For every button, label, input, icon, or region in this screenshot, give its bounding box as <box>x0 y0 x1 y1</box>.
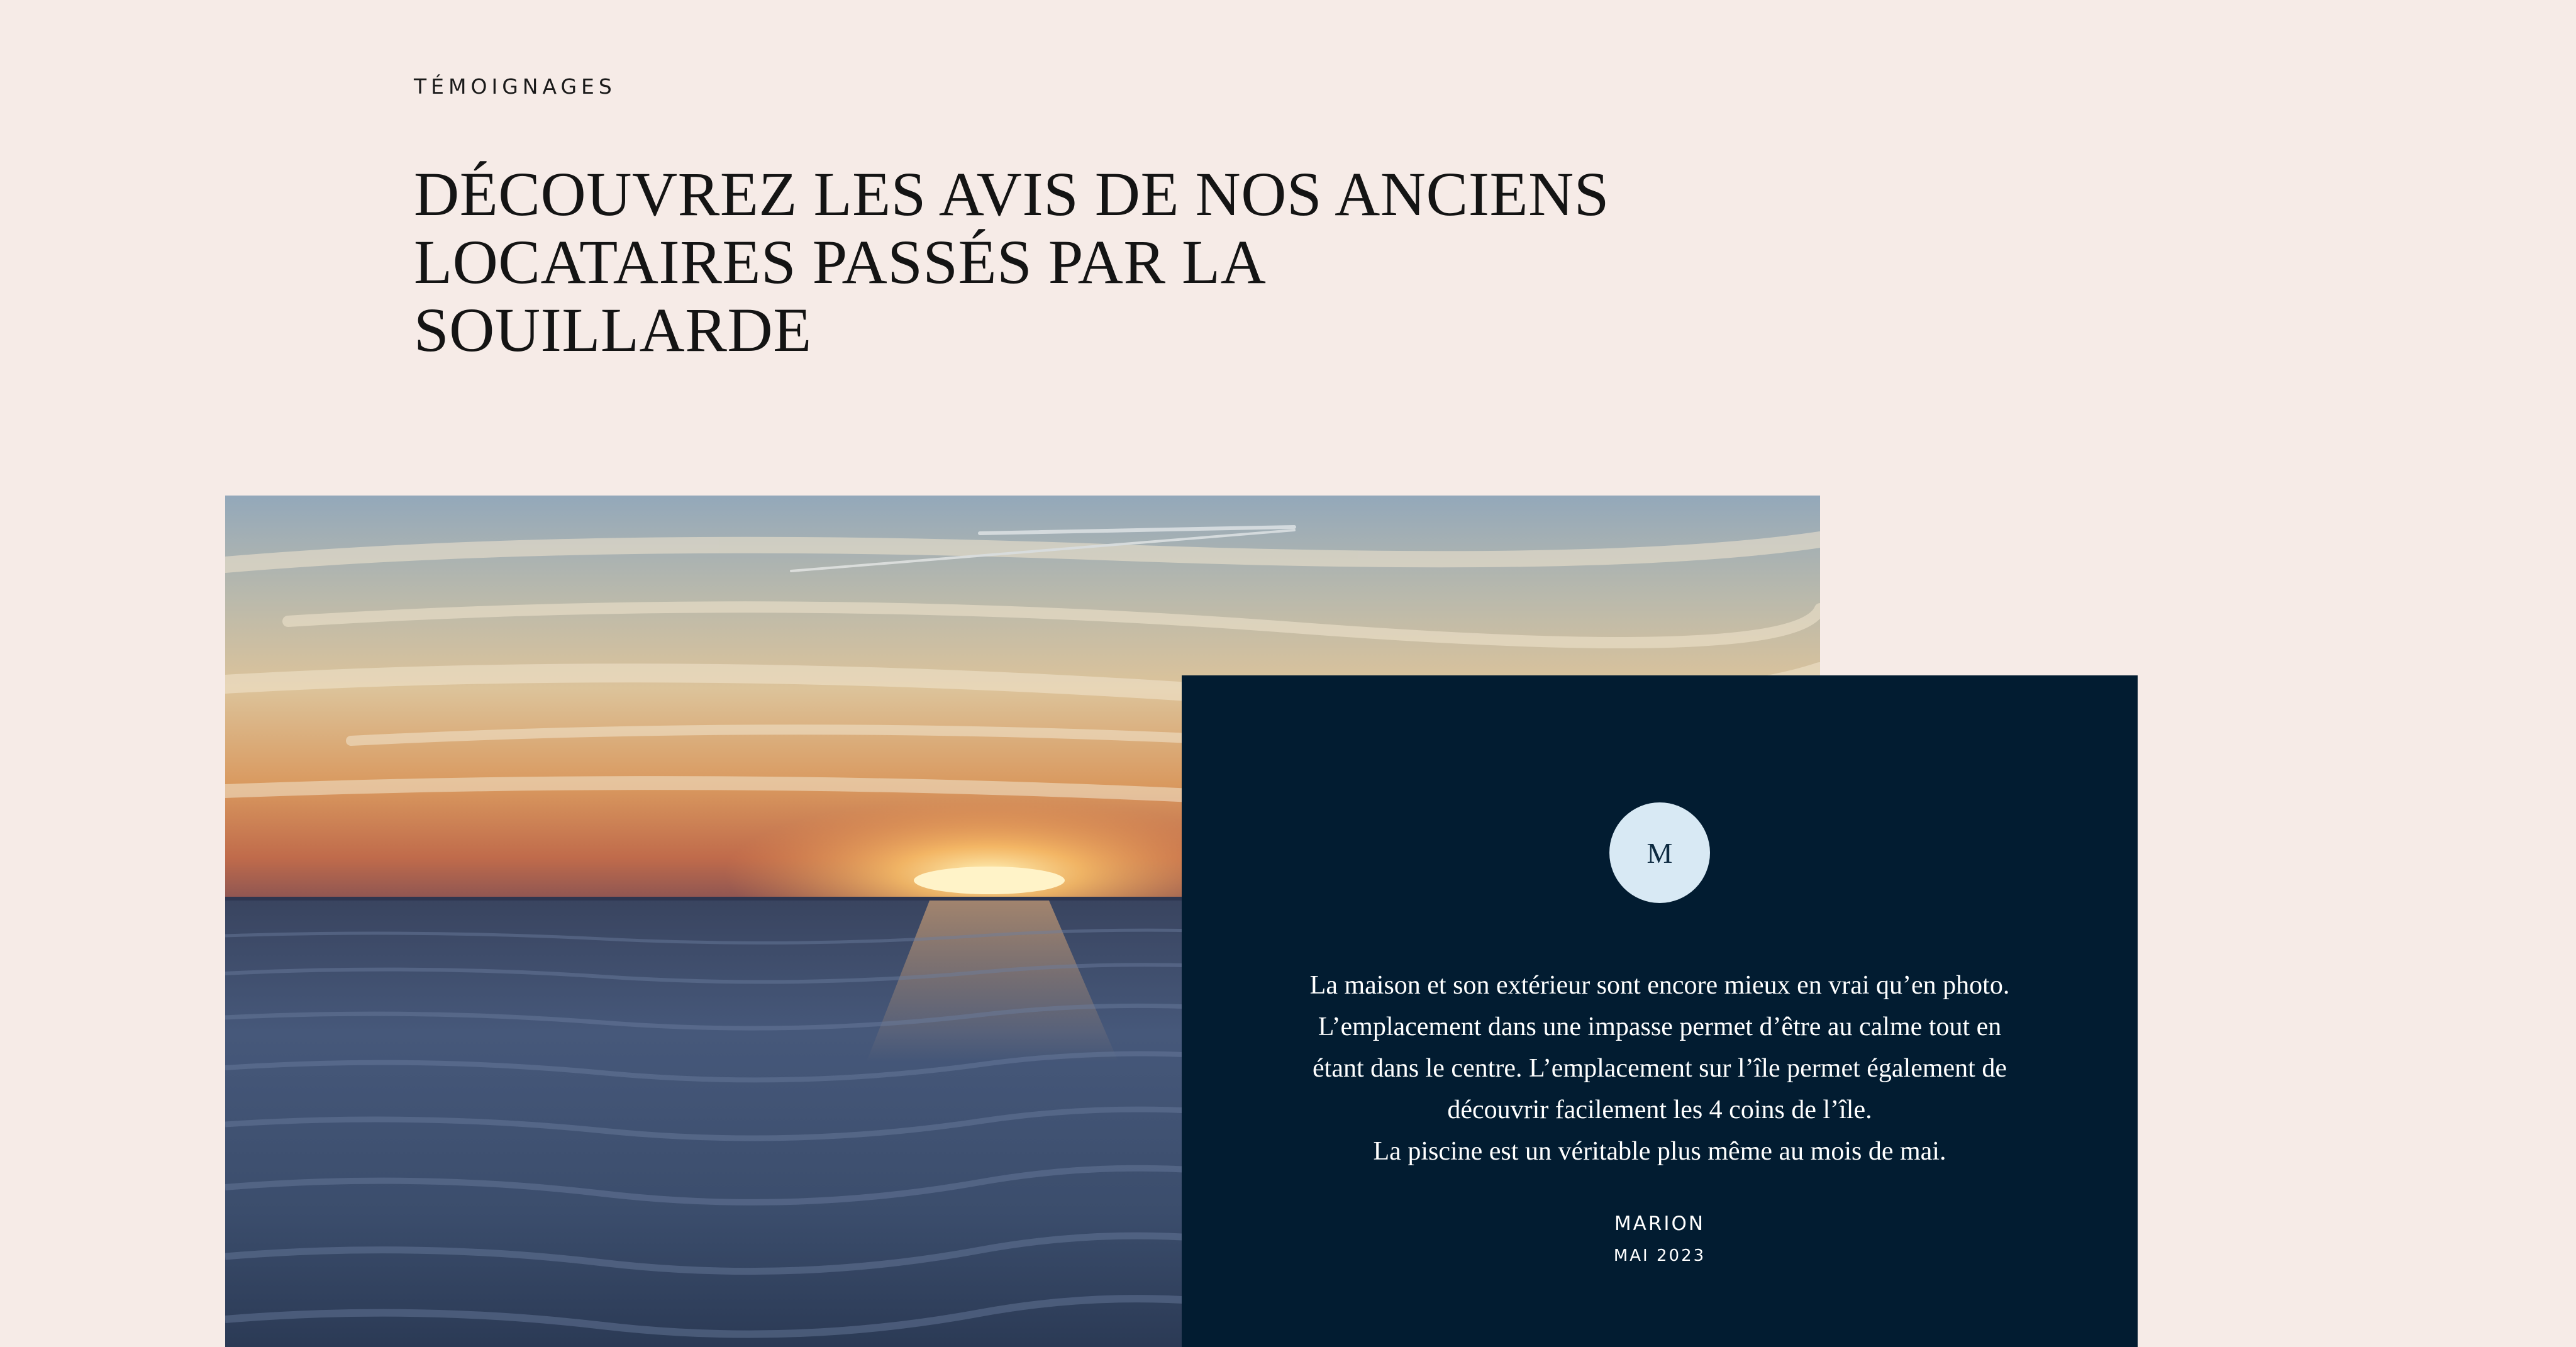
section-heading: DÉCOUVREZ LES AVIS DE NOS ANCIENS LOCATA… <box>414 160 1621 364</box>
heading-line: SOUILLARDE <box>414 295 812 365</box>
testimonial-card: M La maison et son extérieur sont encore… <box>1182 675 2138 1347</box>
sun <box>914 867 1065 894</box>
heading-line: LOCATAIRES PASSÉS PAR LA <box>414 227 1267 297</box>
section-eyebrow: TÉMOIGNAGES <box>414 74 616 99</box>
testimonial-quote: La maison et son extérieur sont encore m… <box>1257 965 2062 1172</box>
quote-line: L’emplacement dans une impasse permet d’… <box>1318 1012 2002 1041</box>
quote-line: La maison et son extérieur sont encore m… <box>1309 971 2010 1000</box>
quote-line: étant dans le centre. L’emplacement sur … <box>1313 1054 2007 1083</box>
heading-line: DÉCOUVREZ LES AVIS DE NOS ANCIENS <box>414 159 1609 229</box>
quote-line: La piscine est un véritable plus même au… <box>1373 1137 1946 1166</box>
testimonial-author: MARION <box>1614 1212 1706 1235</box>
quote-line: découvrir facilement les 4 coins de l’îl… <box>1447 1095 1872 1124</box>
avatar: M <box>1609 802 1710 903</box>
testimonial-date: MAI 2023 <box>1613 1246 1706 1265</box>
